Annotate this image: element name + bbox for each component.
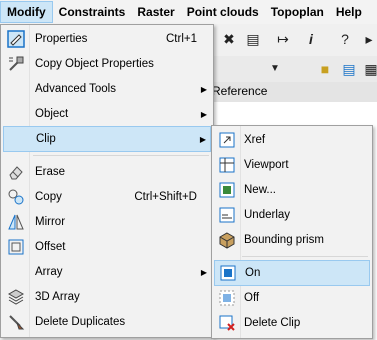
menu-item-label: Offset	[35, 241, 66, 253]
menu-item-label: Copy	[35, 191, 62, 203]
menu-item-label: Erase	[35, 166, 66, 178]
tab-reference[interactable]: Reference	[212, 84, 267, 98]
copy-icon	[7, 188, 25, 206]
layer-state-icon[interactable]: ▤	[340, 60, 358, 78]
menu-item-offset[interactable]: Offset	[3, 235, 211, 259]
submenu-item-underlay[interactable]: Underlay	[214, 203, 370, 227]
shortcut-label: Ctrl+Shift+D	[134, 191, 197, 203]
submenu-item-xref[interactable]: Xref	[214, 128, 370, 152]
image-clip-icon	[218, 181, 236, 199]
menu-item-label: Mirror	[35, 216, 66, 228]
menu-item-advanced-tools[interactable]: Advanced Tools ▶	[3, 77, 211, 101]
menu-item-copy[interactable]: Copy Ctrl+Shift+D	[3, 185, 211, 209]
eraser-icon	[7, 163, 25, 181]
background-toolbar: ✖ ▤ ↦ i ? ▸	[212, 24, 377, 57]
clip-submenu: Xref Viewport New... Underlay Bounding p…	[211, 125, 373, 339]
menu-item-label: Xref	[244, 134, 266, 146]
help-icon[interactable]: ?	[336, 30, 354, 48]
mirror-icon	[7, 213, 25, 231]
layer-icon[interactable]: ■	[316, 60, 334, 78]
menu-item-delete-duplicates[interactable]: Delete Duplicates	[3, 310, 211, 334]
offset-icon	[7, 238, 25, 256]
menu-item-properties[interactable]: Properties Ctrl+1	[3, 27, 211, 51]
3d-array-icon	[7, 288, 25, 306]
background-layer-bar: ▼ ■ ▤ ▦	[212, 56, 377, 83]
menu-modify[interactable]: Modify	[0, 1, 53, 23]
menu-help[interactable]: Help	[330, 1, 368, 23]
menu-item-mirror[interactable]: Mirror	[3, 210, 211, 234]
submenu-arrow-icon: ▶	[199, 134, 206, 144]
info-icon[interactable]: i	[302, 30, 320, 48]
menu-bar: Modify Constraints Raster Point clouds T…	[0, 0, 377, 25]
menu-item-label: Copy Object Properties	[35, 58, 154, 70]
delete-duplicates-icon	[7, 313, 25, 331]
viewport-clip-icon	[218, 156, 236, 174]
clip-off-icon	[218, 289, 236, 307]
menu-point-clouds[interactable]: Point clouds	[181, 1, 265, 23]
menu-item-3d-array[interactable]: 3D Array	[3, 285, 211, 309]
properties-icon	[7, 30, 25, 48]
menu-item-label: Advanced Tools	[35, 83, 116, 95]
dropdown-icon[interactable]: ▸	[360, 30, 377, 48]
submenu-item-bounding-prism[interactable]: Bounding prism	[214, 228, 370, 252]
match-properties-icon	[7, 55, 25, 73]
list-icon[interactable]: ▤	[244, 30, 262, 48]
submenu-item-delete-clip[interactable]: Delete Clip	[214, 311, 370, 335]
tool-icon[interactable]: ✖	[220, 30, 238, 48]
menu-item-label: Clip	[36, 133, 56, 145]
clip-on-icon	[219, 264, 237, 282]
menu-item-label: Array	[35, 266, 63, 278]
menu-item-label: 3D Array	[35, 291, 80, 303]
bounding-prism-icon	[218, 231, 236, 249]
menu-item-label: On	[245, 267, 261, 279]
menu-item-label: Viewport	[244, 159, 289, 171]
menu-separator	[242, 256, 368, 257]
delete-clip-icon	[218, 314, 236, 332]
menu-item-object[interactable]: Object ▶	[3, 102, 211, 126]
menu-item-label: Delete Clip	[244, 317, 301, 329]
menu-item-erase[interactable]: Erase	[3, 160, 211, 184]
submenu-item-new[interactable]: New...	[214, 178, 370, 202]
underlay-clip-icon	[218, 206, 236, 224]
chevron-down-icon[interactable]: ▼	[266, 60, 284, 78]
menu-item-label: Bounding prism	[244, 234, 324, 246]
submenu-arrow-icon: ▶	[200, 84, 207, 94]
modify-menu: Properties Ctrl+1 Copy Object Properties…	[0, 24, 214, 338]
submenu-item-viewport[interactable]: Viewport	[214, 153, 370, 177]
submenu-item-off[interactable]: Off	[214, 286, 370, 310]
xref-clip-icon	[218, 131, 236, 149]
menu-item-clip[interactable]: Clip ▶	[3, 126, 211, 152]
menu-separator	[33, 155, 209, 156]
menu-item-label: New...	[244, 184, 276, 196]
menu-item-array[interactable]: Array ▶	[3, 260, 211, 284]
menu-constraints[interactable]: Constraints	[53, 1, 132, 23]
submenu-arrow-icon: ▶	[200, 109, 207, 119]
background-tab-strip: Reference	[212, 82, 377, 103]
menu-item-label: Off	[244, 292, 260, 304]
menu-raster[interactable]: Raster	[131, 1, 180, 23]
menu-item-copy-object-properties[interactable]: Copy Object Properties	[3, 52, 211, 76]
menu-topoplan[interactable]: Topoplan	[265, 1, 330, 23]
layer-tool-icon[interactable]: ▦	[362, 60, 377, 78]
submenu-arrow-icon: ▶	[200, 267, 207, 277]
menu-item-label: Object	[35, 108, 69, 120]
shortcut-label: Ctrl+1	[166, 33, 197, 45]
menu-item-label: Underlay	[244, 209, 291, 221]
submenu-item-on[interactable]: On	[214, 260, 370, 286]
distance-icon[interactable]: ↦	[274, 30, 292, 48]
menu-item-label: Delete Duplicates	[35, 316, 126, 328]
menu-item-label: Properties	[35, 33, 88, 45]
